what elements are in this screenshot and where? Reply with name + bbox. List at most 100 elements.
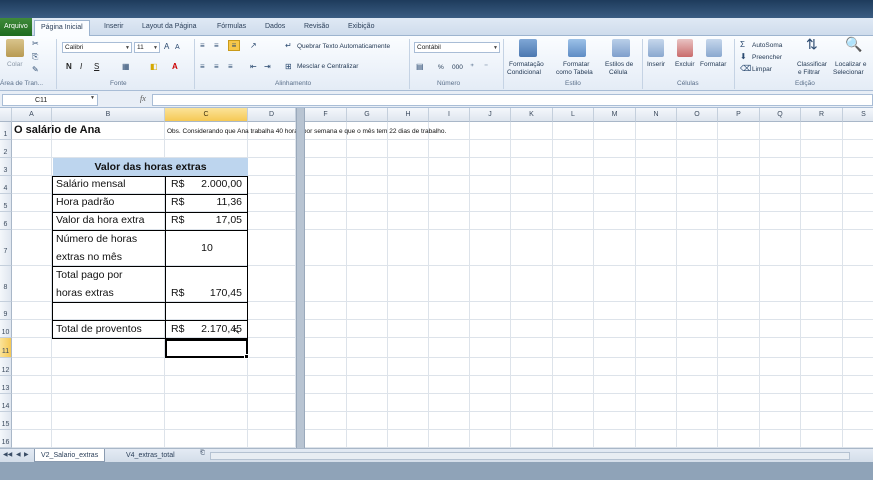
column-header-r[interactable]: R [801,108,843,122]
format-painter-icon[interactable]: ✎ [32,65,39,75]
row-header-9[interactable]: 9 [0,302,12,320]
grow-font-icon[interactable]: A [164,42,169,52]
sheet-note[interactable]: Obs. Considerando que Ana trabalha 40 ho… [167,128,446,135]
row-header-13[interactable]: 13 [0,376,12,394]
row-header-10[interactable]: 10 [0,320,12,338]
decrease-indent-icon[interactable]: ⇤ [250,62,257,72]
format-table-icon[interactable] [568,39,586,57]
value-hora-padrao[interactable]: 11,36 [192,196,243,208]
label-hora-padrao[interactable]: Hora padrão [56,196,114,208]
conditional-format-label-1[interactable]: Formatação [509,61,544,68]
tab-insert[interactable]: Inserir [98,20,129,36]
fill-handle[interactable] [244,354,249,359]
row-header-7[interactable]: 7 [0,230,12,266]
row-header-5[interactable]: 5 [0,194,12,212]
font-name-combo[interactable]: Calibri ▼ [62,42,132,53]
thousands-button[interactable]: 000 [452,64,463,71]
tab-file[interactable]: Arquivo [0,18,32,36]
chevron-down-icon[interactable]: ▼ [90,95,95,101]
split-bar[interactable] [296,108,305,448]
prev-sheet-icon[interactable]: ◀ [16,451,21,458]
shrink-font-icon[interactable]: A [175,43,180,53]
column-header-p[interactable]: P [718,108,760,122]
cell-styles-label-1[interactable]: Estilos de [605,61,633,68]
align-left-icon[interactable]: ≡ [200,62,205,72]
sheet-tab-v4[interactable]: V4_extras_total [120,449,181,462]
wrap-text-icon[interactable]: ↵ [285,41,292,51]
sheet-tab-v2[interactable]: V2_Salario_extras [34,449,106,462]
formula-input[interactable] [152,94,873,106]
autosum-button[interactable]: AutoSoma [752,42,782,49]
align-bottom-icon[interactable]: ≡ [228,40,240,51]
value-num-horas[interactable]: 10 [166,242,248,254]
sort-filter-label-2[interactable]: e Filtrar [798,69,820,76]
tab-data[interactable]: Dados [259,20,291,36]
label-total-proventos[interactable]: Total de proventos [56,323,142,335]
column-header-k[interactable]: K [511,108,553,122]
column-header-s[interactable]: S [843,108,873,122]
font-color-icon[interactable]: A [172,62,178,72]
row-header-11[interactable]: 11 [0,338,12,358]
row-header-8[interactable]: 8 [0,266,12,302]
paste-icon[interactable] [6,39,24,57]
increase-decimal-icon[interactable]: ⁺ [470,62,474,72]
format-table-label-2[interactable]: como Tabela [556,69,593,76]
cell-styles-icon[interactable] [612,39,630,57]
clear-icon[interactable]: ⌫ [740,64,751,74]
italic-button[interactable]: I [80,62,82,72]
column-header-g[interactable]: G [347,108,388,122]
underline-button[interactable]: S [94,62,99,72]
merge-center-button[interactable]: Mesclar e Centralizar [297,63,358,70]
table-header[interactable]: Valor das horas extras [53,158,248,176]
column-header-q[interactable]: Q [760,108,801,122]
column-header-f[interactable]: F [305,108,347,122]
orientation-icon[interactable]: ↗ [250,41,257,51]
row-header-6[interactable]: 6 [0,212,12,230]
column-header-m[interactable]: M [594,108,636,122]
tab-home[interactable]: Página Inicial [34,20,90,37]
copy-icon[interactable]: ⎘ [32,52,38,62]
fill-icon[interactable]: ⬇ [740,52,747,62]
horizontal-scrollbar[interactable] [210,452,850,460]
fill-button[interactable]: Preencher [752,54,782,61]
value-total-pago[interactable]: 170,45 [192,287,242,299]
row-header-1[interactable]: 1 [0,122,12,140]
row-header-16[interactable]: 16 [0,430,12,448]
insert-sheet-icon[interactable]: ⎗ [200,450,205,457]
row-header-2[interactable]: 2 [0,140,12,158]
active-cell[interactable] [165,339,248,358]
column-header-c[interactable]: C [165,108,248,122]
column-header-l[interactable]: L [553,108,594,122]
tab-formulas[interactable]: Fórmulas [211,20,252,36]
label-valor-hora-extra[interactable]: Valor da hora extra [56,214,145,226]
align-right-icon[interactable]: ≡ [228,62,233,72]
row-header-15[interactable]: 15 [0,412,12,430]
sort-filter-icon[interactable]: ⇅ [806,37,818,51]
column-header-o[interactable]: O [677,108,718,122]
number-format-combo[interactable]: Contábil ▼ [414,42,500,53]
sort-filter-label-1[interactable]: Classificar [797,61,827,68]
column-header-b[interactable]: B [52,108,165,122]
delete-cells-button[interactable]: Excluir [675,61,695,68]
format-cells-button[interactable]: Formatar [700,61,726,68]
column-header-n[interactable]: N [636,108,677,122]
percent-button[interactable]: % [438,64,444,71]
align-center-icon[interactable]: ≡ [214,62,219,72]
tab-page-layout[interactable]: Layout da Página [136,20,203,36]
fill-color-icon[interactable]: ◧ [150,62,158,72]
wrap-text-button[interactable]: Quebrar Texto Automaticamente [297,43,390,50]
next-sheet-icon[interactable]: ▶ [24,451,29,458]
tab-review[interactable]: Revisão [298,20,335,36]
format-cells-icon[interactable] [706,39,722,57]
value-salario[interactable]: 2.000,00 [192,178,242,190]
tab-view[interactable]: Exibição [342,20,380,36]
currency-icon[interactable]: ▤ [416,62,424,72]
column-header-d[interactable]: D [248,108,296,122]
column-header-h[interactable]: H [388,108,429,122]
row-header-12[interactable]: 12 [0,358,12,376]
align-middle-icon[interactable]: ≡ [214,41,219,51]
value-valor-hora-extra[interactable]: 17,05 [192,214,242,226]
select-all-corner[interactable] [0,108,12,122]
align-top-icon[interactable]: ≡ [200,41,205,51]
function-wizard-icon[interactable]: fx [140,94,146,103]
